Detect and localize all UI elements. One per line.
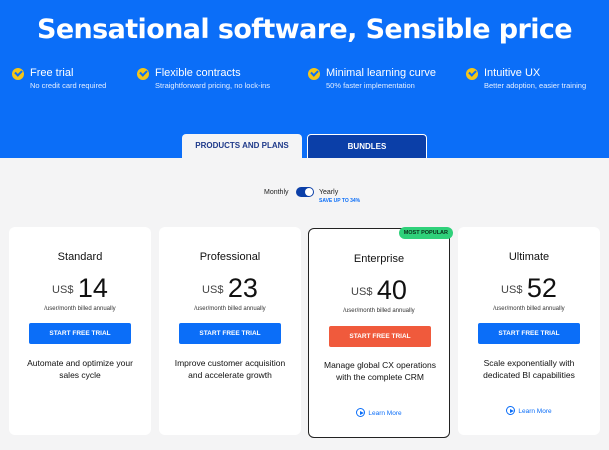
plan-card-enterprise: MOST POPULAR Enterprise US$ 40 /user/mon…	[308, 227, 453, 438]
most-popular-badge: MOST POPULAR	[398, 227, 453, 239]
monthly-label[interactable]: Monthly	[264, 189, 289, 196]
plan-description: Scale exponentially with dedicated BI ca…	[483, 358, 575, 380]
learn-more-label: Learn More	[518, 408, 552, 415]
check-circle-icon	[12, 68, 24, 80]
start-free-trial-button[interactable]: START FREE TRIAL	[29, 323, 131, 344]
price-amount: 14	[77, 273, 108, 303]
price-currency: US$	[351, 286, 373, 298]
plan-card-ultimate: Ultimate US$ 52 /user/month billed annua…	[458, 227, 600, 435]
plan-card-standard: Standard US$ 14 /user/month billed annua…	[9, 227, 151, 435]
check-circle-icon	[308, 68, 320, 80]
plan-description: Manage global CX operations with the com…	[324, 360, 436, 382]
feature-subtitle: Straightforward pricing, no lock-ins	[155, 81, 271, 90]
billing-note: /user/month billed annually	[343, 308, 415, 314]
play-circle-icon	[356, 408, 366, 417]
price-amount: 52	[526, 273, 557, 303]
billing-period-toggle[interactable]	[296, 187, 314, 197]
plan-description: Automate and optimize your sales cycle	[27, 358, 133, 380]
play-circle-icon	[506, 406, 516, 415]
learn-more-link[interactable]: Learn More	[309, 408, 449, 417]
price-amount: 40	[376, 275, 407, 305]
price-currency: US$	[501, 284, 523, 296]
plan-price: US$ 40	[309, 275, 449, 306]
price-amount: 23	[227, 273, 258, 303]
feature-title: Intuitive UX	[484, 67, 541, 79]
plan-description: Improve customer acquisition and acceler…	[174, 358, 286, 380]
feature-title: Minimal learning curve	[326, 67, 437, 79]
feature-subtitle: Better adoption, easier training	[484, 81, 587, 90]
billing-note: /user/month billed annually	[194, 306, 266, 312]
plan-price: US$ 52	[458, 273, 600, 304]
plan-name: Professional	[199, 251, 261, 263]
start-free-trial-button[interactable]: START FREE TRIAL	[478, 323, 580, 344]
billing-note: /user/month billed annually	[493, 306, 565, 312]
plan-price: US$ 14	[9, 273, 151, 304]
hero-banner: Sensational software, Sensible price Fre…	[0, 0, 609, 158]
billing-toggle-group: Monthly Yearly SAVE UP TO 34%	[0, 186, 609, 210]
billing-note: /user/month billed annually	[44, 306, 116, 312]
feature-title: Flexible contracts	[155, 67, 241, 79]
learn-more-link[interactable]: Learn More	[458, 406, 600, 415]
plan-price: US$ 23	[159, 273, 301, 304]
learn-more-label: Learn More	[368, 410, 402, 417]
start-free-trial-button[interactable]: START FREE TRIAL	[179, 323, 281, 344]
price-currency: US$	[202, 284, 224, 296]
feature-title: Free trial	[30, 67, 74, 79]
plan-name: Ultimate	[508, 251, 550, 263]
check-circle-icon	[137, 68, 149, 80]
toggle-knob	[305, 188, 313, 196]
plan-card-professional: Professional US$ 23 /user/month billed a…	[159, 227, 301, 435]
plan-name: Enterprise	[353, 253, 405, 265]
plan-name: Standard	[57, 251, 103, 263]
page-title: Sensational software, Sensible price	[36, 14, 573, 45]
tab-products-and-plans[interactable]: PRODUCTS AND PLANS	[182, 134, 302, 160]
feature-subtitle: No credit card required	[30, 81, 107, 90]
yearly-label[interactable]: Yearly	[319, 189, 338, 196]
check-circle-icon	[466, 68, 478, 80]
feature-subtitle: 50% faster implementation	[326, 81, 415, 90]
price-currency: US$	[52, 284, 74, 296]
tab-bundles[interactable]: BUNDLES	[307, 134, 427, 158]
start-free-trial-button[interactable]: START FREE TRIAL	[329, 326, 431, 347]
savings-note: SAVE UP TO 34%	[319, 198, 361, 204]
